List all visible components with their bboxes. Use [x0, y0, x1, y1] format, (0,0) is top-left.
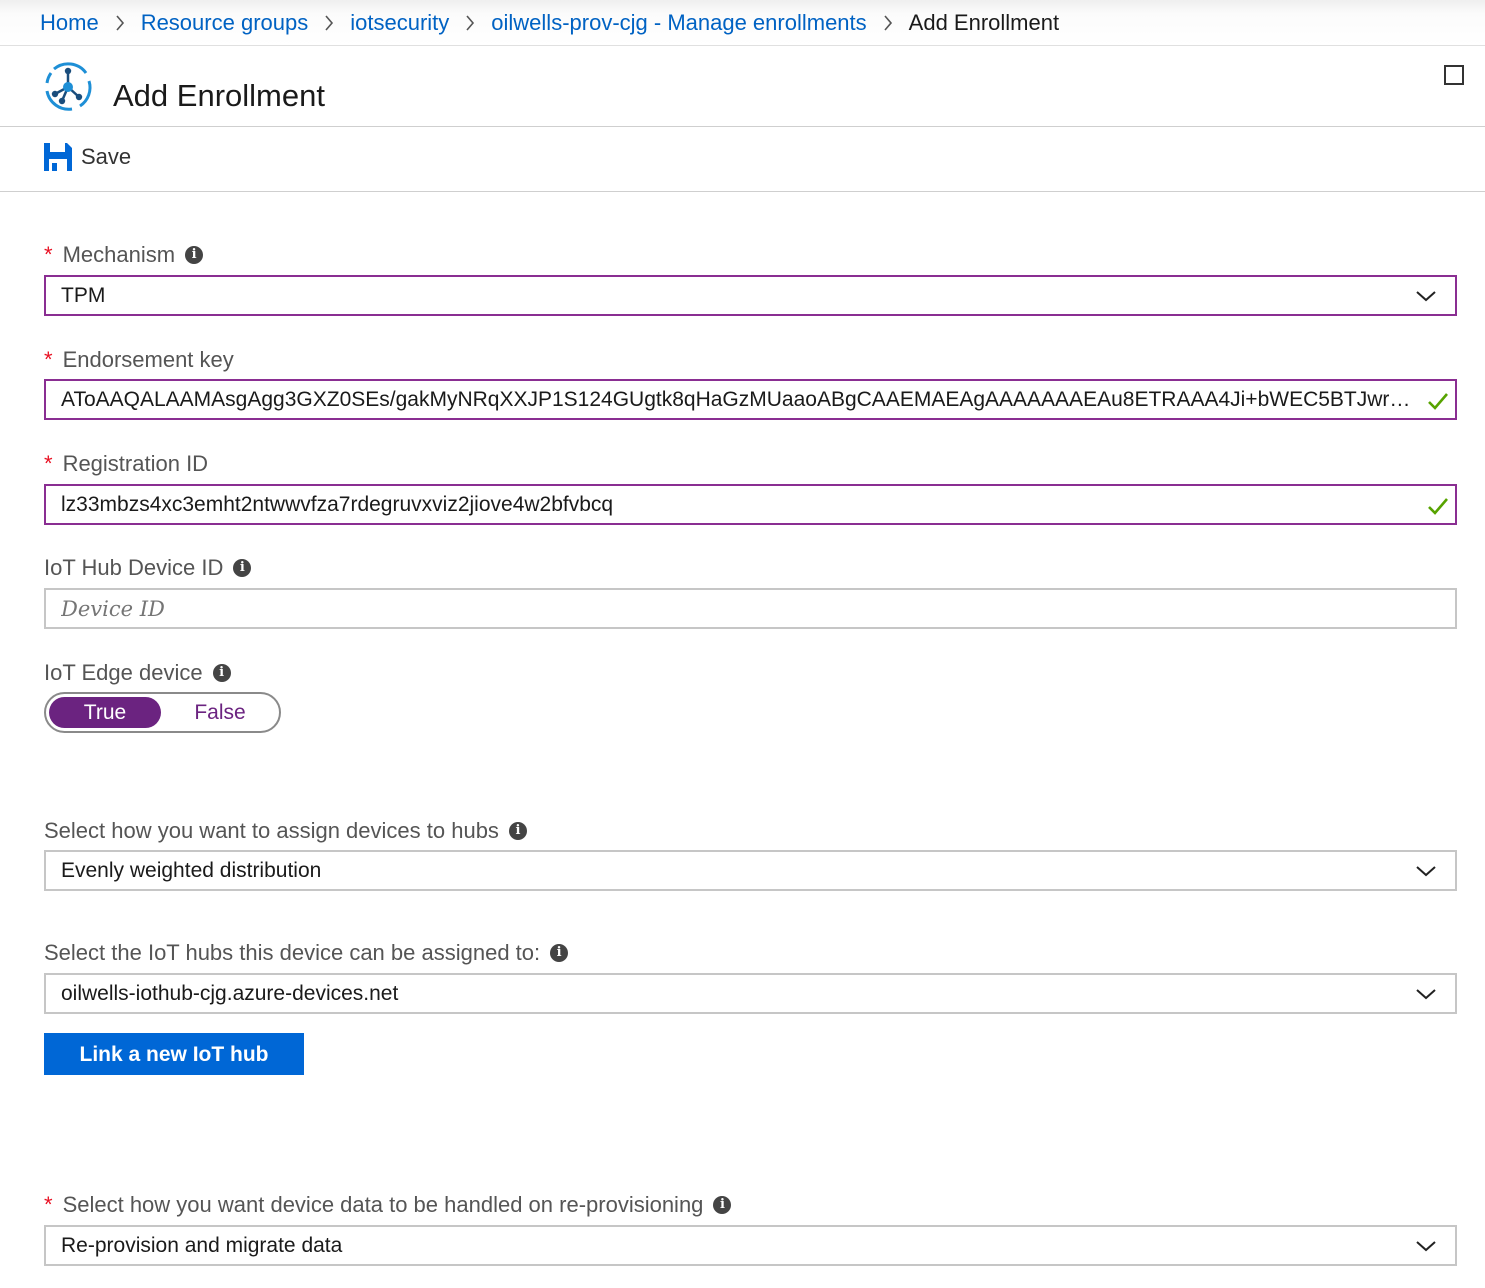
info-icon[interactable]: i — [233, 559, 252, 577]
assign-policy-label: Select how you want to assign devices to… — [44, 818, 527, 844]
info-icon[interactable]: i — [508, 822, 527, 840]
mechanism-label-text: Mechanism — [62, 242, 176, 267]
registration-id-input[interactable]: lz33mbzs4xc3emht2ntwwvfza7rdegruvxviz2ji… — [44, 484, 1457, 525]
chevron-down-icon — [1416, 866, 1436, 877]
command-bar: Save — [0, 128, 1485, 192]
device-id-label-text: IoT Hub Device ID — [44, 555, 224, 580]
assign-policy-value: Evenly weighted distribution — [61, 858, 322, 882]
maximize-icon[interactable] — [1444, 65, 1464, 85]
device-id-field[interactable] — [44, 588, 1457, 629]
info-icon[interactable]: i — [550, 944, 569, 962]
checkmark-icon — [1428, 498, 1448, 515]
save-icon — [44, 143, 72, 171]
chevron-down-icon — [1416, 291, 1436, 302]
breadcrumb-resource-groups[interactable]: Resource groups — [141, 10, 309, 36]
breadcrumb-iotsecurity[interactable]: iotsecurity — [350, 10, 449, 36]
iot-hubs-dropdown[interactable]: oilwells-iothub-cjg.azure-devices.net — [44, 973, 1457, 1014]
iot-hubs-value: oilwells-iothub-cjg.azure-devices.net — [61, 981, 399, 1005]
provisioning-service-icon — [45, 62, 92, 111]
device-id-input[interactable] — [61, 596, 1455, 621]
assign-policy-label-text: Select how you want to assign devices to… — [44, 818, 499, 843]
chevron-down-icon — [1416, 989, 1436, 1000]
chevron-right-icon — [115, 14, 125, 31]
reprovision-value: Re-provision and migrate data — [61, 1233, 343, 1257]
mechanism-label: * Mechanism i — [44, 242, 204, 268]
endorsement-key-label-text: Endorsement key — [62, 347, 234, 372]
required-marker: * — [44, 242, 53, 267]
endorsement-key-value: AToAAQALAAMAsgAgg3GXZ0SEs/gakMyNRqXXJP1S… — [61, 387, 1415, 411]
iot-hubs-label: Select the IoT hubs this device can be a… — [44, 940, 569, 966]
registration-id-label: * Registration ID — [44, 451, 208, 477]
breadcrumb: Home Resource groups iotsecurity oilwell… — [0, 0, 1485, 46]
save-label: Save — [81, 144, 132, 169]
registration-id-value: lz33mbzs4xc3emht2ntwwvfza7rdegruvxviz2ji… — [61, 492, 614, 516]
checkmark-icon — [1428, 393, 1448, 410]
registration-id-label-text: Registration ID — [62, 451, 209, 476]
required-marker: * — [44, 451, 53, 476]
page-title: Add Enrollment — [113, 77, 325, 113]
iot-hubs-label-text: Select the IoT hubs this device can be a… — [44, 940, 541, 965]
chevron-down-icon — [1416, 1241, 1436, 1252]
chevron-right-icon — [324, 14, 334, 31]
edge-device-label: IoT Edge device i — [44, 660, 231, 686]
assign-policy-dropdown[interactable]: Evenly weighted distribution — [44, 850, 1457, 891]
required-marker: * — [44, 1192, 53, 1217]
info-icon[interactable]: i — [185, 246, 204, 264]
info-icon[interactable]: i — [212, 664, 231, 682]
chevron-right-icon — [465, 14, 475, 31]
chevron-right-icon — [883, 14, 893, 31]
edge-device-toggle: True False — [44, 692, 281, 733]
required-marker: * — [44, 347, 53, 372]
mechanism-dropdown[interactable]: TPM — [44, 275, 1457, 316]
edge-device-true-option[interactable]: True — [49, 697, 161, 728]
breadcrumb-manage-enrollments[interactable]: oilwells-prov-cjg - Manage enrollments — [491, 10, 866, 36]
link-new-iot-hub-button[interactable]: Link a new IoT hub — [44, 1033, 304, 1075]
device-id-label: IoT Hub Device ID i — [44, 555, 252, 581]
blade-header: Add Enrollment — [0, 47, 1485, 127]
info-icon[interactable]: i — [713, 1196, 732, 1214]
reprovision-label-text: Select how you want device data to be ha… — [62, 1192, 704, 1217]
edge-device-false-option[interactable]: False — [164, 697, 276, 728]
breadcrumb-home[interactable]: Home — [40, 10, 99, 36]
mechanism-value: TPM — [61, 283, 106, 307]
edge-device-label-text: IoT Edge device — [44, 660, 203, 685]
save-button[interactable]: Save — [43, 142, 131, 172]
reprovision-label: * Select how you want device data to be … — [44, 1192, 732, 1218]
endorsement-key-label: * Endorsement key — [44, 347, 234, 373]
breadcrumb-current: Add Enrollment — [908, 9, 1060, 35]
endorsement-key-input[interactable]: AToAAQALAAMAsgAgg3GXZ0SEs/gakMyNRqXXJP1S… — [44, 379, 1457, 420]
reprovision-dropdown[interactable]: Re-provision and migrate data — [44, 1225, 1457, 1266]
